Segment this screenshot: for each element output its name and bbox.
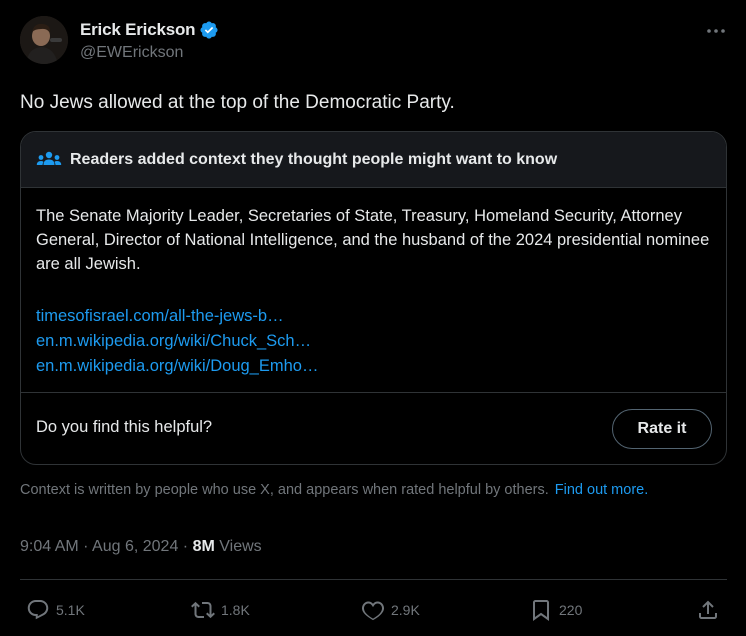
meta-separator: ·	[182, 538, 189, 555]
note-link-1[interactable]: timesofisrael.com/all-the-jews-b…	[36, 304, 318, 329]
tweet-text: No Jews allowed at the top of the Democr…	[20, 92, 455, 113]
note-link-2[interactable]: en.m.wikipedia.org/wiki/Chuck_Sch…	[36, 329, 318, 354]
people-icon	[36, 151, 62, 165]
repost-button[interactable]: 1.8K	[191, 594, 250, 626]
reply-button[interactable]: 5.1K	[26, 594, 85, 626]
author-block: Erick Erickson @EWErickson	[80, 18, 219, 62]
note-header[interactable]: Readers added context they thought peopl…	[21, 132, 726, 188]
context-disclaimer: Context is written by people who use X, …	[20, 482, 648, 498]
reply-count: 5.1K	[56, 602, 85, 618]
views-count[interactable]: 8M	[193, 538, 215, 555]
more-button[interactable]	[704, 22, 728, 40]
author-handle[interactable]: @EWErickson	[80, 44, 219, 62]
views-label: Views	[219, 538, 262, 555]
like-icon	[361, 601, 385, 621]
like-count: 2.9K	[391, 602, 420, 618]
share-icon	[699, 600, 717, 619]
reply-icon	[27, 600, 49, 620]
action-bar: 5.1K 1.8K 2.9K 220	[0, 594, 746, 626]
note-links: timesofisrael.com/all-the-jews-b… en.m.w…	[36, 304, 318, 379]
note-divider	[21, 392, 726, 393]
share-button[interactable]	[696, 594, 720, 626]
tweet-time[interactable]: 9:04 AM	[20, 538, 79, 555]
repost-icon	[191, 601, 215, 619]
repost-count: 1.8K	[221, 602, 250, 618]
like-button[interactable]: 2.9K	[361, 594, 420, 626]
note-body: The Senate Majority Leader, Secretaries …	[36, 207, 710, 273]
author-name[interactable]: Erick Erickson	[80, 20, 196, 40]
context-text: Context is written by people who use X, …	[20, 482, 549, 498]
name-row: Erick Erickson	[80, 18, 219, 42]
community-note: Readers added context they thought peopl…	[20, 131, 727, 465]
bookmark-icon	[533, 600, 549, 621]
avatar[interactable]	[20, 16, 68, 64]
note-title: Readers added context they thought peopl…	[70, 150, 558, 168]
meta-separator: ·	[83, 538, 89, 555]
tweet-date[interactable]: Aug 6, 2024	[92, 538, 178, 555]
bookmark-button[interactable]: 220	[529, 594, 582, 626]
rate-it-button[interactable]: Rate it	[612, 409, 712, 449]
actions-divider	[20, 579, 727, 580]
avatar-photo	[20, 16, 68, 64]
find-out-more-link[interactable]: Find out more.	[555, 482, 649, 498]
tweet-detail: Erick Erickson @EWErickson No Jews allow…	[0, 0, 746, 636]
tweet-meta: 9:04 AM · Aug 6, 2024 · 8M Views	[20, 538, 262, 556]
more-icon	[707, 29, 725, 33]
bookmark-count: 220	[559, 602, 583, 618]
note-link-3[interactable]: en.m.wikipedia.org/wiki/Doug_Emho…	[36, 354, 318, 379]
helpful-question: Do you find this helpful?	[36, 418, 213, 436]
verified-badge-icon[interactable]	[199, 20, 219, 40]
